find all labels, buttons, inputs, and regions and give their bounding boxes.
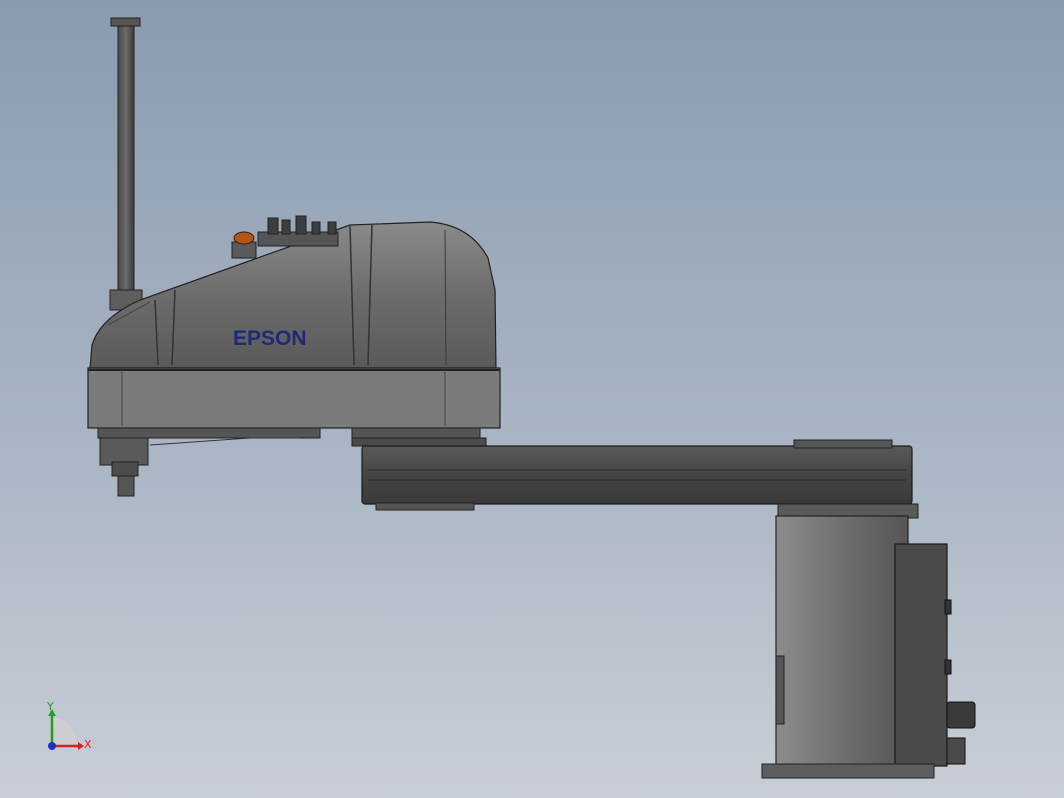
- cad-viewport[interactable]: EPSON X Y: [0, 0, 1064, 798]
- arm2-band[interactable]: [87, 367, 501, 447]
- robot-base[interactable]: [761, 503, 976, 779]
- arm1-link[interactable]: [361, 439, 913, 511]
- brand-logo: EPSON: [233, 327, 307, 350]
- scara-robot-model[interactable]: EPSON X Y: [0, 0, 1064, 798]
- y-axis-label: Y: [46, 700, 54, 713]
- x-axis-label: X: [84, 738, 92, 751]
- coordinate-triad: X Y: [46, 700, 92, 751]
- z-axis-dot: [48, 742, 56, 750]
- status-lamp: [231, 231, 257, 259]
